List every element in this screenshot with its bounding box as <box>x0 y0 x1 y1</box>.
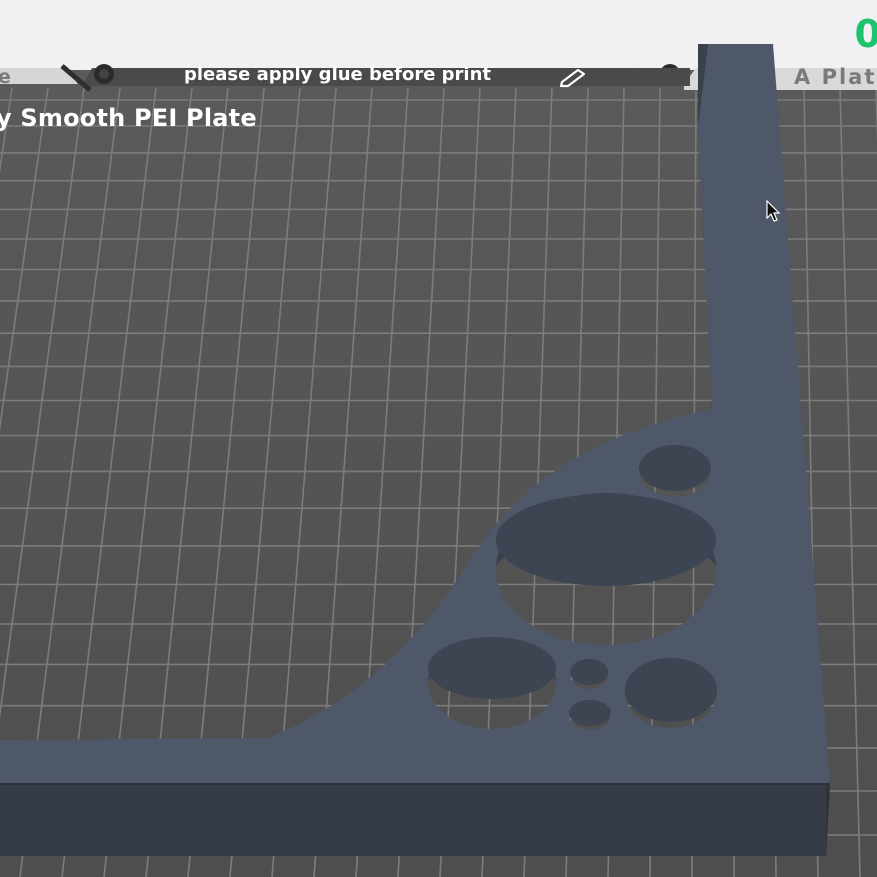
mouse-pointer-icon <box>766 200 781 222</box>
bracket-front-face <box>0 784 830 856</box>
3d-viewport[interactable]: e A Plate please apply glue before print… <box>0 0 877 877</box>
model-part[interactable] <box>0 0 877 877</box>
